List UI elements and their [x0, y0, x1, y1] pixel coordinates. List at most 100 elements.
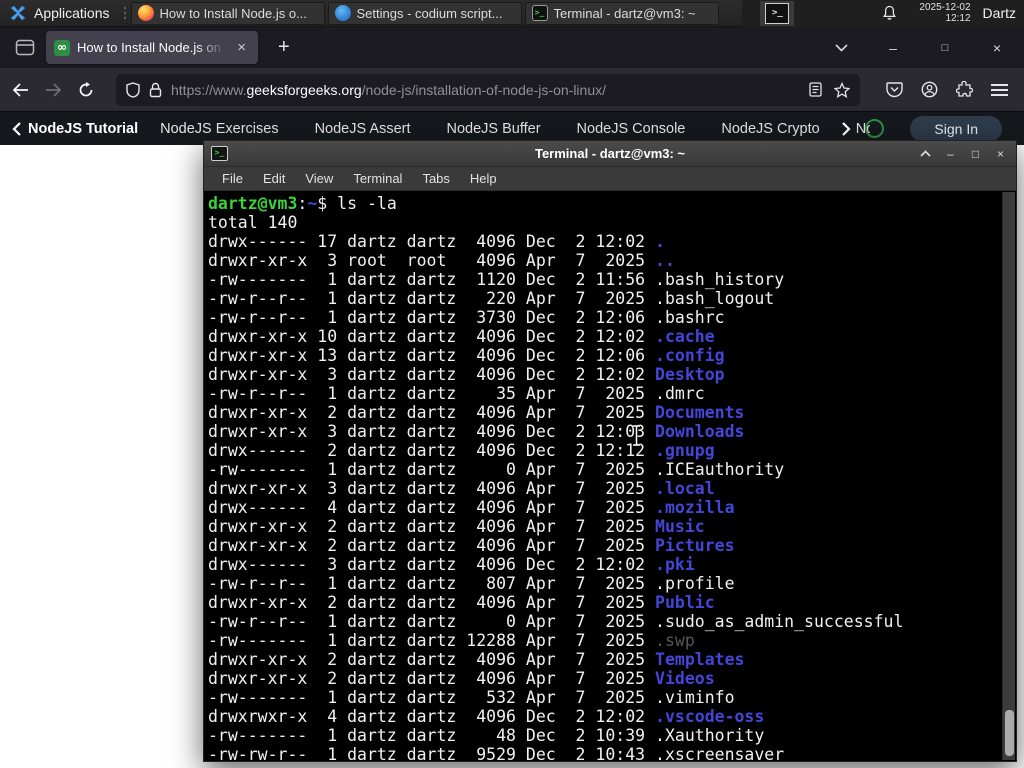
url-scheme: https://www. — [171, 81, 247, 98]
terminal-scrollbar-thumb[interactable] — [1005, 710, 1014, 756]
file-attributes: -rw-r--r-- 1 dartz dartz 3730 Dec 2 12:0… — [208, 308, 656, 327]
terminal-maximize-button[interactable]: □ — [968, 146, 983, 161]
firefox-view-icon[interactable] — [10, 33, 40, 63]
notification-bell-icon[interactable] — [882, 5, 897, 21]
file-attributes: -rw-r--r-- 1 dartz dartz 807 Apr 7 2025 — [208, 574, 656, 593]
terminal-menu-view[interactable]: View — [295, 171, 343, 186]
terminal-titlebar[interactable]: >_ Terminal - dartz@vm3: ~ – □ × — [204, 141, 1016, 167]
terminal-window: >_ Terminal - dartz@vm3: ~ – □ × File Edi… — [203, 140, 1017, 762]
terminal-output-line: drwxrwxr-x 4 dartz dartz 4096 Dec 2 12:0… — [208, 707, 1002, 726]
terminal-shade-button[interactable] — [918, 146, 933, 161]
file-attributes: drwx------ 2 dartz dartz 4096 Dec 2 12:1… — [208, 441, 656, 460]
terminal-output-line: drwx------ 4 dartz dartz 4096 Apr 7 2025… — [208, 498, 1002, 517]
taskbar-item-label: Terminal - dartz@vm3: ~ — [553, 5, 696, 21]
back-button[interactable] — [12, 82, 29, 97]
terminal-output-line: -rw------- 1 dartz dartz 12288 Apr 7 202… — [208, 631, 1002, 650]
terminal-output-line: drwxr-xr-x 3 dartz dartz 4096 Dec 2 12:0… — [208, 365, 1002, 384]
site-nav-primary[interactable]: NodeJS Tutorial — [12, 121, 138, 137]
file-attributes: -rw------- 1 dartz dartz 532 Apr 7 2025 — [208, 688, 656, 707]
terminal-icon: >_ — [531, 5, 548, 21]
terminal-output-line: drwxr-xr-x 10 dartz dartz 4096 Dec 2 12:… — [208, 327, 1002, 346]
search-icon[interactable] — [865, 119, 885, 138]
terminal-menu-edit[interactable]: Edit — [253, 171, 295, 186]
terminal-menu-file[interactable]: File — [212, 171, 253, 186]
file-attributes: -rw------- 1 dartz dartz 48 Dec 2 10:39 — [208, 726, 656, 745]
tracking-protection-shield-icon[interactable] — [126, 81, 140, 98]
applications-menu-button[interactable]: Applications — [0, 0, 119, 27]
browser-minimize-button[interactable]: – — [884, 40, 902, 56]
text-cursor-pointer — [630, 424, 643, 452]
terminal-menu-help[interactable]: Help — [460, 171, 507, 186]
file-name: .Xauthority — [655, 726, 765, 745]
file-name: Templates — [655, 650, 745, 669]
reader-view-icon[interactable] — [809, 82, 822, 97]
file-name: . — [655, 232, 665, 251]
file-attributes: -rw------- 1 dartz dartz 1120 Dec 2 11:5… — [208, 270, 656, 289]
list-all-tabs-icon[interactable] — [832, 43, 850, 52]
lock-icon[interactable] — [149, 82, 162, 98]
file-name: Music — [655, 517, 705, 536]
browser-close-button[interactable]: × — [988, 40, 1006, 56]
file-name: .gnupg — [655, 441, 715, 460]
chevron-right-icon[interactable] — [842, 121, 851, 136]
site-nav-link[interactable]: NodeJS Crypto — [721, 121, 819, 137]
terminal-output-line: -rw-r--r-- 1 dartz dartz 807 Apr 7 2025 … — [208, 574, 1002, 593]
url-bar[interactable]: https://www.geeksforgeeks.org/node-js/in… — [116, 73, 860, 106]
file-name: .mozilla — [655, 498, 735, 517]
sign-in-button[interactable]: Sign In — [910, 115, 1002, 142]
extensions-puzzle-icon[interactable] — [956, 81, 973, 98]
file-name: .viminfo — [655, 688, 735, 707]
site-nav-link[interactable]: NodeJS Buffer — [447, 121, 541, 137]
browser-tab-active[interactable]: ∞ How to Install Node.js on × — [46, 31, 258, 64]
pocket-icon[interactable] — [886, 81, 903, 98]
site-nav-link[interactable]: NodeJS Assert — [315, 121, 411, 137]
site-nav-link[interactable]: NodeJS Console — [577, 121, 686, 137]
taskbar-item-terminal[interactable]: >_ Terminal - dartz@vm3: ~ — [524, 1, 719, 25]
file-attributes: drwxr-xr-x 2 dartz dartz 4096 Apr 7 2025 — [208, 517, 656, 536]
terminal-content[interactable]: dartz@vm3:~$ ls -la total 140 drwx------… — [205, 192, 1002, 760]
terminal-output-line: -rw------- 1 dartz dartz 48 Dec 2 10:39 … — [208, 726, 1002, 745]
taskbar-item-firefox[interactable]: How to Install Node.js o... — [130, 1, 325, 25]
new-tab-button[interactable]: + — [272, 36, 296, 59]
terminal-scrollbar[interactable] — [1002, 192, 1015, 760]
file-attributes: drwx------ 17 dartz dartz 4096 Dec 2 12:… — [208, 232, 656, 251]
terminal-menu-terminal[interactable]: Terminal — [343, 171, 412, 186]
desktop: Applications How to Install Node.js o...… — [0, 0, 1024, 768]
panel-clock[interactable]: 2025-12-02 12:12 — [919, 2, 970, 24]
menu-hamburger-icon[interactable] — [991, 83, 1008, 96]
browser-maximize-button[interactable]: □ — [936, 42, 954, 54]
terminal-output-line: drwxr-xr-x 3 dartz dartz 4096 Dec 2 12:0… — [208, 422, 1002, 441]
file-attributes: -rw------- 1 dartz dartz 12288 Apr 7 202… — [208, 631, 656, 650]
terminal-output-line: drwx------ 3 dartz dartz 4096 Dec 2 12:0… — [208, 555, 1002, 574]
file-attributes: drwxr-xr-x 13 dartz dartz 4096 Dec 2 12:… — [208, 346, 656, 365]
file-attributes: drwxr-xr-x 2 dartz dartz 4096 Apr 7 2025 — [208, 536, 656, 555]
terminal-output-line: -rw-rw-r-- 1 dartz dartz 9529 Dec 2 10:4… — [208, 745, 1002, 760]
file-name: .profile — [655, 574, 735, 593]
chevron-left-icon — [12, 121, 21, 136]
file-name: .pki — [655, 555, 695, 574]
bookmark-star-icon[interactable] — [834, 81, 850, 98]
terminal-output-line: drwxr-xr-x 2 dartz dartz 4096 Apr 7 2025… — [208, 669, 1002, 688]
geeksforgeeks-favicon: ∞ — [54, 39, 70, 56]
terminal-minimize-button[interactable]: – — [943, 146, 958, 161]
file-name: .bashrc — [655, 308, 725, 327]
reload-button[interactable] — [78, 81, 94, 98]
taskbar-item-codium[interactable]: Settings - codium script... — [327, 1, 522, 25]
taskbar-item-label: How to Install Node.js o... — [159, 5, 307, 21]
file-attributes: drwxr-xr-x 3 dartz dartz 4096 Apr 7 2025 — [208, 479, 656, 498]
terminal-output-line: drwxr-xr-x 2 dartz dartz 4096 Apr 7 2025… — [208, 650, 1002, 669]
forward-button[interactable] — [45, 82, 62, 97]
terminal-menu-tabs[interactable]: Tabs — [412, 171, 459, 186]
site-nav-link[interactable]: NodeJS Exercises — [160, 121, 278, 137]
account-icon[interactable] — [921, 81, 938, 98]
file-attributes: -rw-r--r-- 1 dartz dartz 35 Apr 7 2025 — [208, 384, 656, 403]
top-panel: Applications How to Install Node.js o...… — [0, 0, 1024, 27]
tray-terminal-slot[interactable]: >_ — [760, 0, 795, 26]
terminal-output-line: -rw-r--r-- 1 dartz dartz 0 Apr 7 2025 .s… — [208, 612, 1002, 631]
file-name: .vscode-oss — [655, 707, 765, 726]
tab-close-icon[interactable]: × — [233, 38, 250, 57]
terminal-output-line: -rw-r--r-- 1 dartz dartz 35 Apr 7 2025 .… — [208, 384, 1002, 403]
applications-menu-label: Applications — [34, 5, 110, 21]
terminal-close-button[interactable]: × — [993, 146, 1008, 161]
file-name: Desktop — [655, 365, 725, 384]
